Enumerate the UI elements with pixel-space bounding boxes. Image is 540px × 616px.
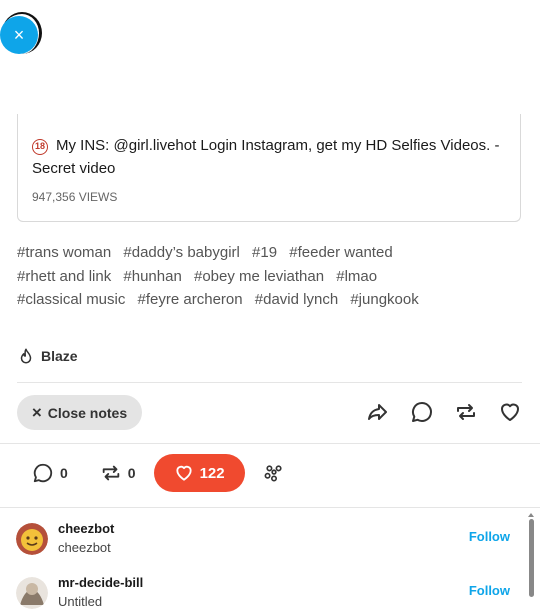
like-icon[interactable] [498, 400, 522, 424]
replies-count: 0 [60, 465, 68, 481]
close-icon: × [31, 402, 42, 422]
follow-button[interactable]: Follow [469, 529, 510, 544]
note-subtitle: cheezbot [58, 540, 111, 555]
tag-link[interactable]: #rhett and link [17, 268, 111, 285]
divider [0, 443, 540, 444]
reply-icon[interactable] [410, 400, 434, 424]
post-card-title: 18 My INS: @girl.livehot Login Instagram,… [32, 134, 502, 180]
post-card-views: 947,356 VIEWS [32, 190, 118, 204]
avatar[interactable] [16, 523, 48, 555]
tag-list: #trans woman #daddy’s babygirl #19 #feed… [17, 241, 522, 312]
tab-other-notes[interactable] [263, 461, 287, 485]
close-notes-label: Close notes [47, 404, 128, 421]
divider [0, 507, 540, 508]
tag-link[interactable]: #daddy’s babygirl [123, 244, 239, 261]
tag-link[interactable]: #lmao [336, 268, 377, 285]
post-card[interactable]: 18 My INS: @girl.livehot Login Instagram,… [17, 114, 521, 222]
note-username[interactable]: mr-decide-bill [58, 575, 143, 590]
tag-link[interactable]: #19 [252, 244, 277, 261]
heart-icon [176, 465, 192, 481]
tag-link[interactable]: #jungkook [350, 291, 418, 308]
note-username[interactable]: cheezbot [58, 521, 114, 536]
share-icon[interactable] [366, 400, 390, 424]
tag-link[interactable]: #feeder wanted [289, 244, 392, 261]
tab-reblogs[interactable]: 0 [100, 462, 136, 484]
note-row[interactable]: mr-decide-bill Untitled Follow [16, 573, 516, 613]
tab-likes[interactable]: 122 [153, 454, 245, 492]
notes-tabs: 0 0 122 [32, 454, 287, 492]
tab-replies[interactable]: 0 [32, 462, 68, 484]
close-icon: × [0, 16, 38, 54]
post-card-title-text: My INS: @girl.livehot Login Instagram, g… [32, 137, 500, 177]
note-subtitle: Untitled [58, 594, 103, 609]
tag-link[interactable]: #feyre archeron [138, 291, 243, 308]
avatar[interactable] [16, 577, 48, 609]
reblog-icon [102, 465, 120, 481]
notes-scrollbar[interactable] [527, 513, 535, 616]
blaze-button[interactable]: Blaze [17, 347, 78, 365]
likes-count: 122 [199, 464, 225, 482]
follow-button[interactable]: Follow [469, 583, 510, 598]
tag-link[interactable]: #david lynch [255, 291, 338, 308]
post-actions [366, 400, 522, 424]
scrollbar-thumb[interactable] [529, 519, 534, 597]
tag-link[interactable]: #hunhan [123, 268, 181, 285]
tag-link[interactable]: #obey me leviathan [194, 268, 324, 285]
close-notes-button[interactable]: × Close notes [17, 395, 142, 430]
reblogs-count: 0 [127, 465, 136, 481]
divider [17, 382, 522, 383]
age-18-badge-icon: 18 [32, 139, 48, 155]
scroll-up-arrow-icon[interactable] [528, 513, 534, 517]
note-row[interactable]: cheezbot cheezbot Follow [16, 519, 516, 559]
tag-link[interactable]: #classical music [17, 291, 125, 308]
blaze-label: Blaze [41, 348, 78, 364]
mr-decide-bill-avatar-icon [16, 577, 48, 609]
cheezbot-avatar-icon [16, 523, 48, 555]
reply-icon [33, 463, 53, 483]
notes-dots-icon [264, 465, 282, 482]
tag-link[interactable]: #trans woman [17, 244, 111, 261]
reblog-icon[interactable] [454, 400, 478, 424]
flame-icon [20, 348, 32, 364]
close-button[interactable]: × [0, 8, 44, 56]
